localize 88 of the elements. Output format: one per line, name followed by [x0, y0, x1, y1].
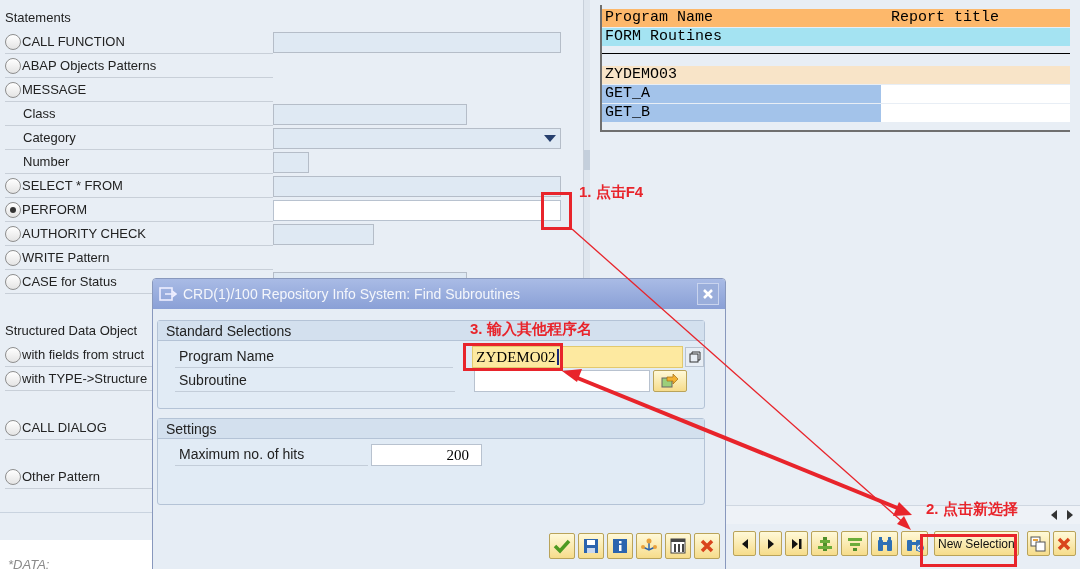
- code-line: *DATA:: [8, 557, 50, 569]
- close-button[interactable]: [1052, 531, 1076, 556]
- confirm-icon[interactable]: [553, 538, 571, 554]
- input-field[interactable]: 200: [371, 444, 482, 466]
- input-field[interactable]: [273, 199, 561, 221]
- cancel-icon[interactable]: [700, 539, 714, 553]
- filter-button[interactable]: [841, 531, 868, 556]
- program-row[interactable]: ZYDEMO03: [602, 66, 1070, 84]
- input-field[interactable]: [273, 31, 561, 53]
- close-button[interactable]: [697, 283, 719, 305]
- field-label: Maximum no. of hits: [175, 444, 368, 466]
- radio-button[interactable]: [5, 225, 21, 242]
- layout-button[interactable]: [665, 533, 691, 559]
- radio-label: with fields from struct: [22, 345, 145, 364]
- input-field[interactable]: [273, 223, 374, 245]
- layout-icon[interactable]: [670, 538, 686, 554]
- column-header: Report title: [891, 9, 1000, 27]
- radio-button[interactable]: [5, 370, 21, 387]
- highlight-box: [541, 192, 572, 230]
- dropdown-field[interactable]: [273, 127, 561, 149]
- multiple-selection-button[interactable]: [653, 370, 687, 392]
- info-icon[interactable]: [612, 538, 628, 554]
- save-icon[interactable]: [583, 538, 599, 554]
- previous-button[interactable]: [733, 531, 756, 556]
- radio-button[interactable]: [5, 201, 21, 218]
- input-field[interactable]: [273, 103, 467, 125]
- annotation-label: 3. 输入其他程序名: [470, 319, 592, 339]
- radio-button[interactable]: [5, 468, 21, 485]
- radio-label: SELECT * FROM: [22, 176, 123, 195]
- filter-icon[interactable]: [846, 535, 863, 552]
- last-page-icon[interactable]: [790, 537, 803, 550]
- radio-label: Other Pattern: [22, 467, 101, 486]
- section-title: FORM Routines: [604, 28, 723, 45]
- dialog-title: CRD(1)/100 Repository Info System: Find Subroutines: [183, 284, 521, 304]
- hierarchy-button[interactable]: [636, 533, 662, 559]
- group-title: Settings: [158, 419, 704, 439]
- radio-label: ABAP Objects Patterns: [22, 56, 157, 75]
- column-header: Program Name: [604, 9, 715, 27]
- radio-label: WRITE Pattern: [22, 248, 110, 267]
- routine-row[interactable]: GET_A: [602, 85, 881, 103]
- radio-label: CASE for Status: [22, 272, 117, 291]
- next-button[interactable]: [759, 531, 782, 556]
- input-field[interactable]: [273, 151, 309, 173]
- radio-button[interactable]: [5, 273, 21, 290]
- field-label: Subroutine: [175, 370, 455, 392]
- align-button[interactable]: [811, 531, 838, 556]
- radio-button[interactable]: [5, 57, 21, 74]
- radio-label: MESSAGE: [22, 80, 87, 99]
- save-button[interactable]: [578, 533, 604, 559]
- annotation-label: 1. 点击F4: [579, 182, 644, 202]
- window-icon: [159, 286, 177, 302]
- next-icon[interactable]: [765, 537, 776, 550]
- radio-label: with TYPE->Structure: [22, 369, 148, 388]
- radio-button[interactable]: [5, 81, 21, 98]
- input-field[interactable]: [273, 175, 561, 197]
- close-icon[interactable]: [1057, 536, 1072, 551]
- radio-button[interactable]: [5, 249, 21, 266]
- dropdown-icon[interactable]: [544, 134, 556, 142]
- align-icon[interactable]: [816, 535, 833, 552]
- routine-row[interactable]: GET_B: [602, 104, 881, 122]
- radio-label: CALL DIALOG: [22, 418, 107, 437]
- input-field[interactable]: ZYDEMO02: [472, 346, 684, 368]
- section-heading: Structured Data Object: [5, 322, 138, 341]
- radio-label: PERFORM: [22, 200, 87, 219]
- annotation-label: 2. 点击新选择: [926, 499, 1018, 519]
- section-heading: Statements: [5, 9, 71, 28]
- radio-button[interactable]: [5, 33, 21, 50]
- radio-button[interactable]: [5, 346, 21, 363]
- cancel-button[interactable]: [694, 533, 720, 559]
- field-label: Number: [23, 152, 70, 171]
- value-help-button[interactable]: [685, 347, 704, 367]
- binoculars-button[interactable]: [871, 531, 898, 556]
- info-button[interactable]: [607, 533, 633, 559]
- confirm-button[interactable]: [549, 533, 575, 559]
- radio-label: CALL FUNCTION: [22, 32, 125, 51]
- binoculars-icon[interactable]: [876, 535, 893, 552]
- hierarchy-icon[interactable]: [640, 538, 658, 554]
- scroll-left-icon[interactable]: [1050, 509, 1058, 521]
- field-label: Class: [23, 104, 56, 123]
- radio-button[interactable]: [5, 419, 21, 436]
- field-label: Category: [23, 128, 76, 147]
- arrow-icon[interactable]: [661, 373, 679, 389]
- radio-button[interactable]: [5, 177, 21, 194]
- last-page-button[interactable]: [785, 531, 808, 556]
- copy-icon[interactable]: [688, 351, 701, 363]
- scroll-right-icon[interactable]: [1066, 509, 1074, 521]
- radio-label: AUTHORITY CHECK: [22, 224, 146, 243]
- field-label: Program Name: [175, 346, 454, 368]
